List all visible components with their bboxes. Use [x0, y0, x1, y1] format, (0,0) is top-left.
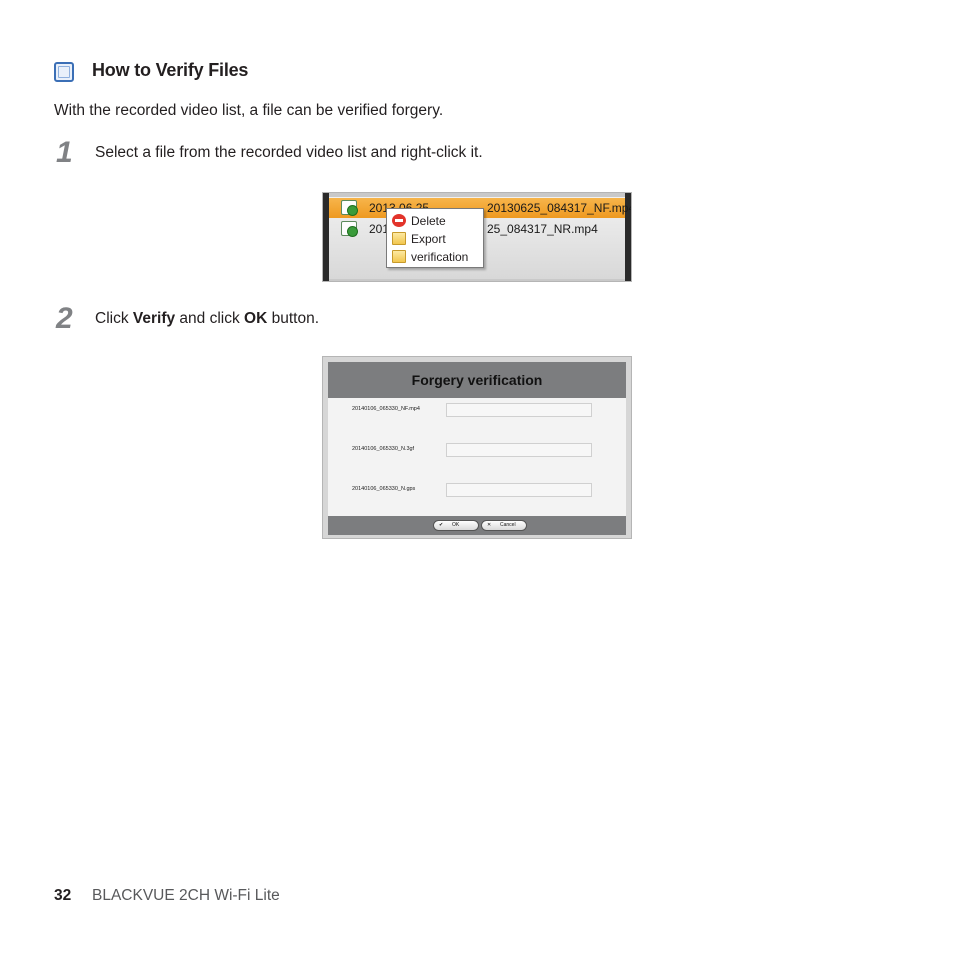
context-menu: Delete Export verification — [386, 208, 484, 268]
folder-icon — [392, 250, 406, 263]
menu-item-export[interactable]: Export — [387, 230, 483, 248]
forgery-verification-dialog: Forgery verification 20140106_065330_NF.… — [322, 356, 632, 539]
verify-label: Verify — [132, 310, 176, 327]
footer-title: BLACKVUE 2CH Wi-Fi Lite — [92, 887, 280, 904]
page-number: 32 — [54, 887, 72, 904]
cancel-button[interactable]: ✕ Cancel — [481, 520, 527, 531]
section-heading: How to Verify Files — [92, 60, 249, 80]
checkbox-icon — [54, 62, 74, 82]
step-number-2: 2 — [56, 302, 73, 335]
step-number-1: 1 — [56, 136, 73, 169]
dialog-header: Forgery verification — [328, 362, 626, 398]
verification-result-field — [446, 483, 592, 497]
step-1-text: Select a file from the recorded video li… — [95, 144, 483, 161]
intro-text: With the recorded video list, a file can… — [54, 102, 444, 119]
check-icon: ✔ — [439, 522, 444, 528]
menu-item-delete[interactable]: Delete — [387, 212, 483, 230]
file-label: 20140106_065330_N.3gf — [352, 446, 415, 452]
dialog-footer: ✔ OK ✕ Cancel — [328, 516, 626, 535]
verification-result-field — [446, 403, 592, 417]
menu-item-verification[interactable]: verification — [387, 248, 483, 266]
close-icon: ✕ — [487, 522, 492, 528]
step-2-text: Click Verify and click OK button. — [95, 310, 320, 327]
folder-icon — [392, 232, 406, 245]
dialog-title: Forgery verification — [411, 372, 543, 388]
file-label: 20140106_065330_NF.mp4 — [352, 406, 420, 412]
file-label: 20140106_065330_N.gps — [352, 486, 416, 492]
file-name: 25_084317_NR.mp4 — [487, 222, 598, 236]
verification-result-field — [446, 443, 592, 457]
ok-label: OK — [244, 310, 268, 327]
delete-icon — [392, 214, 406, 227]
dialog-body: 20140106_065330_NF.mp4 20140106_065330_N… — [328, 398, 626, 516]
video-file-icon — [341, 221, 358, 237]
video-file-icon — [341, 200, 358, 216]
file-name: 20130625_084317_NF.mp4 — [487, 201, 632, 215]
ok-button[interactable]: ✔ OK — [433, 520, 479, 531]
